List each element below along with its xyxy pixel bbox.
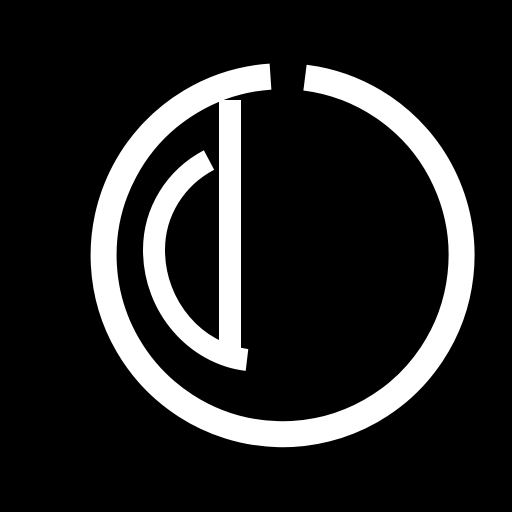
abstract-circle-logo-icon <box>0 0 512 512</box>
app-icon-canvas <box>0 0 512 512</box>
